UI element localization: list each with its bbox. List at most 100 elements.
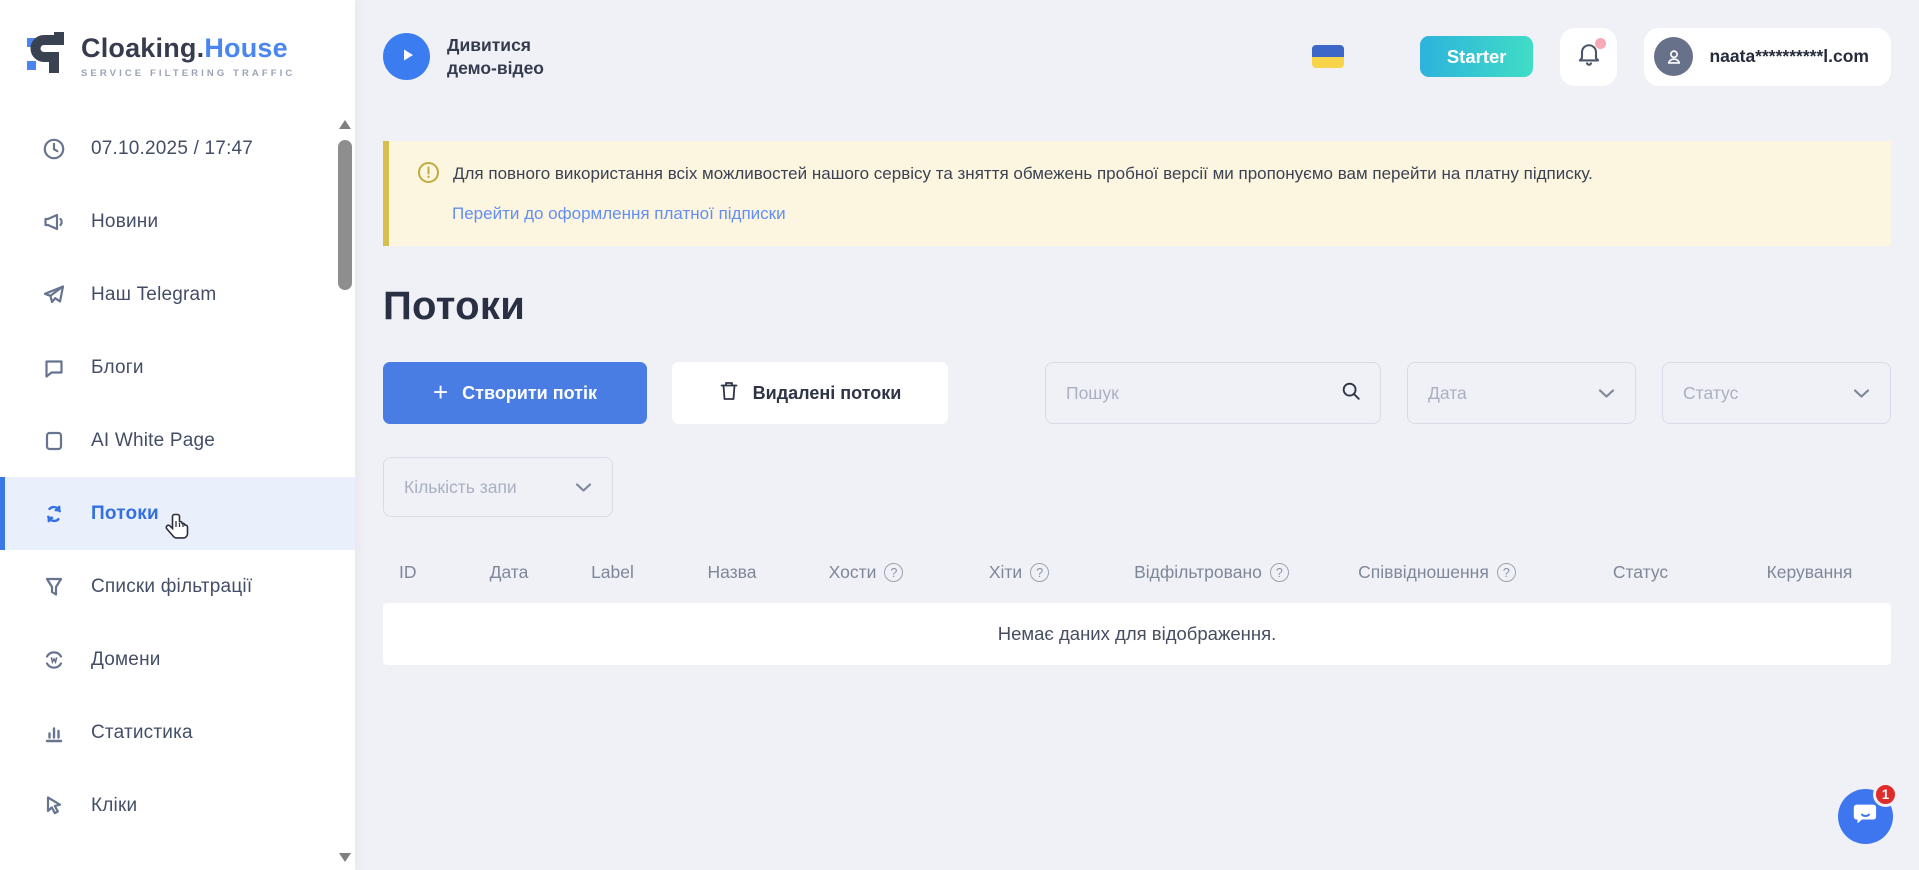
sidebar: Cloaking.House SERVICE FILTERING TRAFFIC… [0,0,355,870]
sidebar-item-news[interactable]: Новини [0,185,355,258]
sidebar-item-flows[interactable]: Потоки [0,477,355,550]
column-header-id: ID [383,562,461,583]
chat-widget-button[interactable]: 1 [1838,789,1893,844]
sidebar-item-label: Кліки [91,795,137,817]
telegram-icon [41,282,67,308]
logo-text: Cloaking.House SERVICE FILTERING TRAFFIC [81,33,295,79]
date-filter[interactable]: Дата [1407,362,1636,424]
trash-icon [719,380,739,407]
logo-title-dark: Cloaking. [81,33,204,63]
sidebar-scrollbar[interactable] [338,116,352,866]
sidebar-item-label: AI White Page [91,430,215,452]
empty-state-text: Немає даних для відображення. [998,623,1276,645]
domain-icon [41,647,67,673]
sidebar-item-label: Потоки [91,503,159,525]
user-menu[interactable]: naata**********l.com [1644,28,1891,86]
scrollbar-down-arrow[interactable] [339,853,351,862]
subscribe-link[interactable]: Перейти до оформлення платної підписки [452,204,786,224]
flag-yellow-stripe [1312,57,1344,69]
demo-video-label[interactable]: Дивитися демо-відео [447,34,579,80]
records-count-label: Кількість запи [404,477,517,498]
sidebar-item-blogs[interactable]: Блоги [0,331,355,404]
page-icon [41,428,67,454]
records-count-filter[interactable]: Кількість запи [383,457,613,517]
funnel-icon [41,574,67,600]
scrollbar-up-arrow[interactable] [339,120,351,129]
date-filter-label: Дата [1428,383,1467,404]
sidebar-item-label: Домени [91,649,161,671]
bar-chart-icon [41,720,67,746]
column-header-status: Статус [1553,562,1728,583]
clock-icon [41,136,67,162]
sidebar-item-label: Статистика [91,722,193,744]
column-header-label: Label [557,562,668,583]
flag-blue-stripe [1312,45,1344,57]
cursor-icon [41,793,67,819]
play-icon [397,45,417,68]
language-flag-ukraine[interactable] [1312,45,1344,68]
search-box [1045,362,1381,424]
search-icon[interactable] [1340,380,1362,407]
table-header: ID Дата Label Назва Хости Хіти Відфільтр… [383,562,1891,583]
chat-unread-badge: 1 [1873,782,1898,807]
logo[interactable]: Cloaking.House SERVICE FILTERING TRAFFIC [0,0,355,112]
scrollbar-thumb[interactable] [338,140,352,290]
notifications-button[interactable] [1560,28,1617,86]
sidebar-nav: 07.10.2025 / 17:47 Новини Наш Telegram Б… [0,112,355,842]
column-header-hits: Хіти [936,562,1102,583]
deleted-flows-button[interactable]: Видалені потоки [672,362,948,424]
sidebar-item-label: Новини [91,211,158,233]
sidebar-item-label: Блоги [91,357,144,379]
sidebar-item-telegram[interactable]: Наш Telegram [0,258,355,331]
banner-text: Для повного використання всіх можливосте… [453,161,1593,187]
chevron-down-icon [1598,383,1615,404]
main-content: Дивитися демо-відео Starter [355,0,1919,870]
plus-icon: + [433,379,448,405]
logo-subtitle: SERVICE FILTERING TRAFFIC [81,68,295,79]
notification-dot [1595,38,1606,49]
column-header-date: Дата [461,562,557,583]
status-filter[interactable]: Статус [1662,362,1891,424]
logo-icon [24,29,68,84]
sidebar-item-ai-white-page[interactable]: AI White Page [0,404,355,477]
sidebar-item-label: Наш Telegram [91,284,216,306]
avatar-icon [1654,37,1693,76]
help-icon[interactable] [1270,563,1289,582]
logo-title-blue: House [204,33,288,63]
create-flow-label: Створити потік [462,383,597,404]
app-root: Cloaking.House SERVICE FILTERING TRAFFIC… [0,0,1919,870]
sidebar-item-datetime[interactable]: 07.10.2025 / 17:47 [0,112,355,185]
column-header-hosts: Хости [796,562,936,583]
sidebar-item-clicks[interactable]: Кліки [0,769,355,842]
create-flow-button[interactable]: + Створити потік [383,362,647,424]
sidebar-item-label: 07.10.2025 / 17:47 [91,138,253,160]
help-icon[interactable] [1030,563,1049,582]
column-header-ratio: Співвідношення [1321,562,1553,583]
deleted-flows-label: Видалені потоки [753,383,902,404]
help-icon[interactable] [1497,563,1516,582]
sidebar-item-label: Списки фільтрації [91,576,252,598]
page-title: Потоки [383,284,1891,329]
chevron-down-icon [575,477,592,498]
table-empty-row: Немає даних для відображення. [383,603,1891,665]
column-header-name: Назва [668,562,796,583]
sidebar-item-statistics[interactable]: Статистика [0,696,355,769]
chat-bubble-icon [1851,799,1881,834]
topbar: Дивитися демо-відео Starter [383,0,1891,113]
chevron-down-icon [1853,383,1870,404]
topbar-right: Starter naata**********l.com [1312,28,1891,86]
controls-row-2: Кількість запи [383,457,1891,517]
plan-badge[interactable]: Starter [1420,36,1534,77]
help-icon[interactable] [884,563,903,582]
controls-row: + Створити потік Видалені потоки Дата [383,362,1891,424]
user-email: naata**********l.com [1709,46,1869,67]
play-demo-button[interactable] [383,33,430,80]
search-input[interactable] [1066,383,1340,404]
sidebar-item-filter-lists[interactable]: Списки фільтрації [0,550,355,623]
trial-warning-banner: Для повного використання всіх можливосте… [383,141,1891,246]
megaphone-icon [41,209,67,235]
status-filter-label: Статус [1683,383,1738,404]
column-header-manage: Керування [1728,562,1891,583]
column-header-filtered: Відфільтровано [1102,562,1321,583]
sidebar-item-domains[interactable]: Домени [0,623,355,696]
